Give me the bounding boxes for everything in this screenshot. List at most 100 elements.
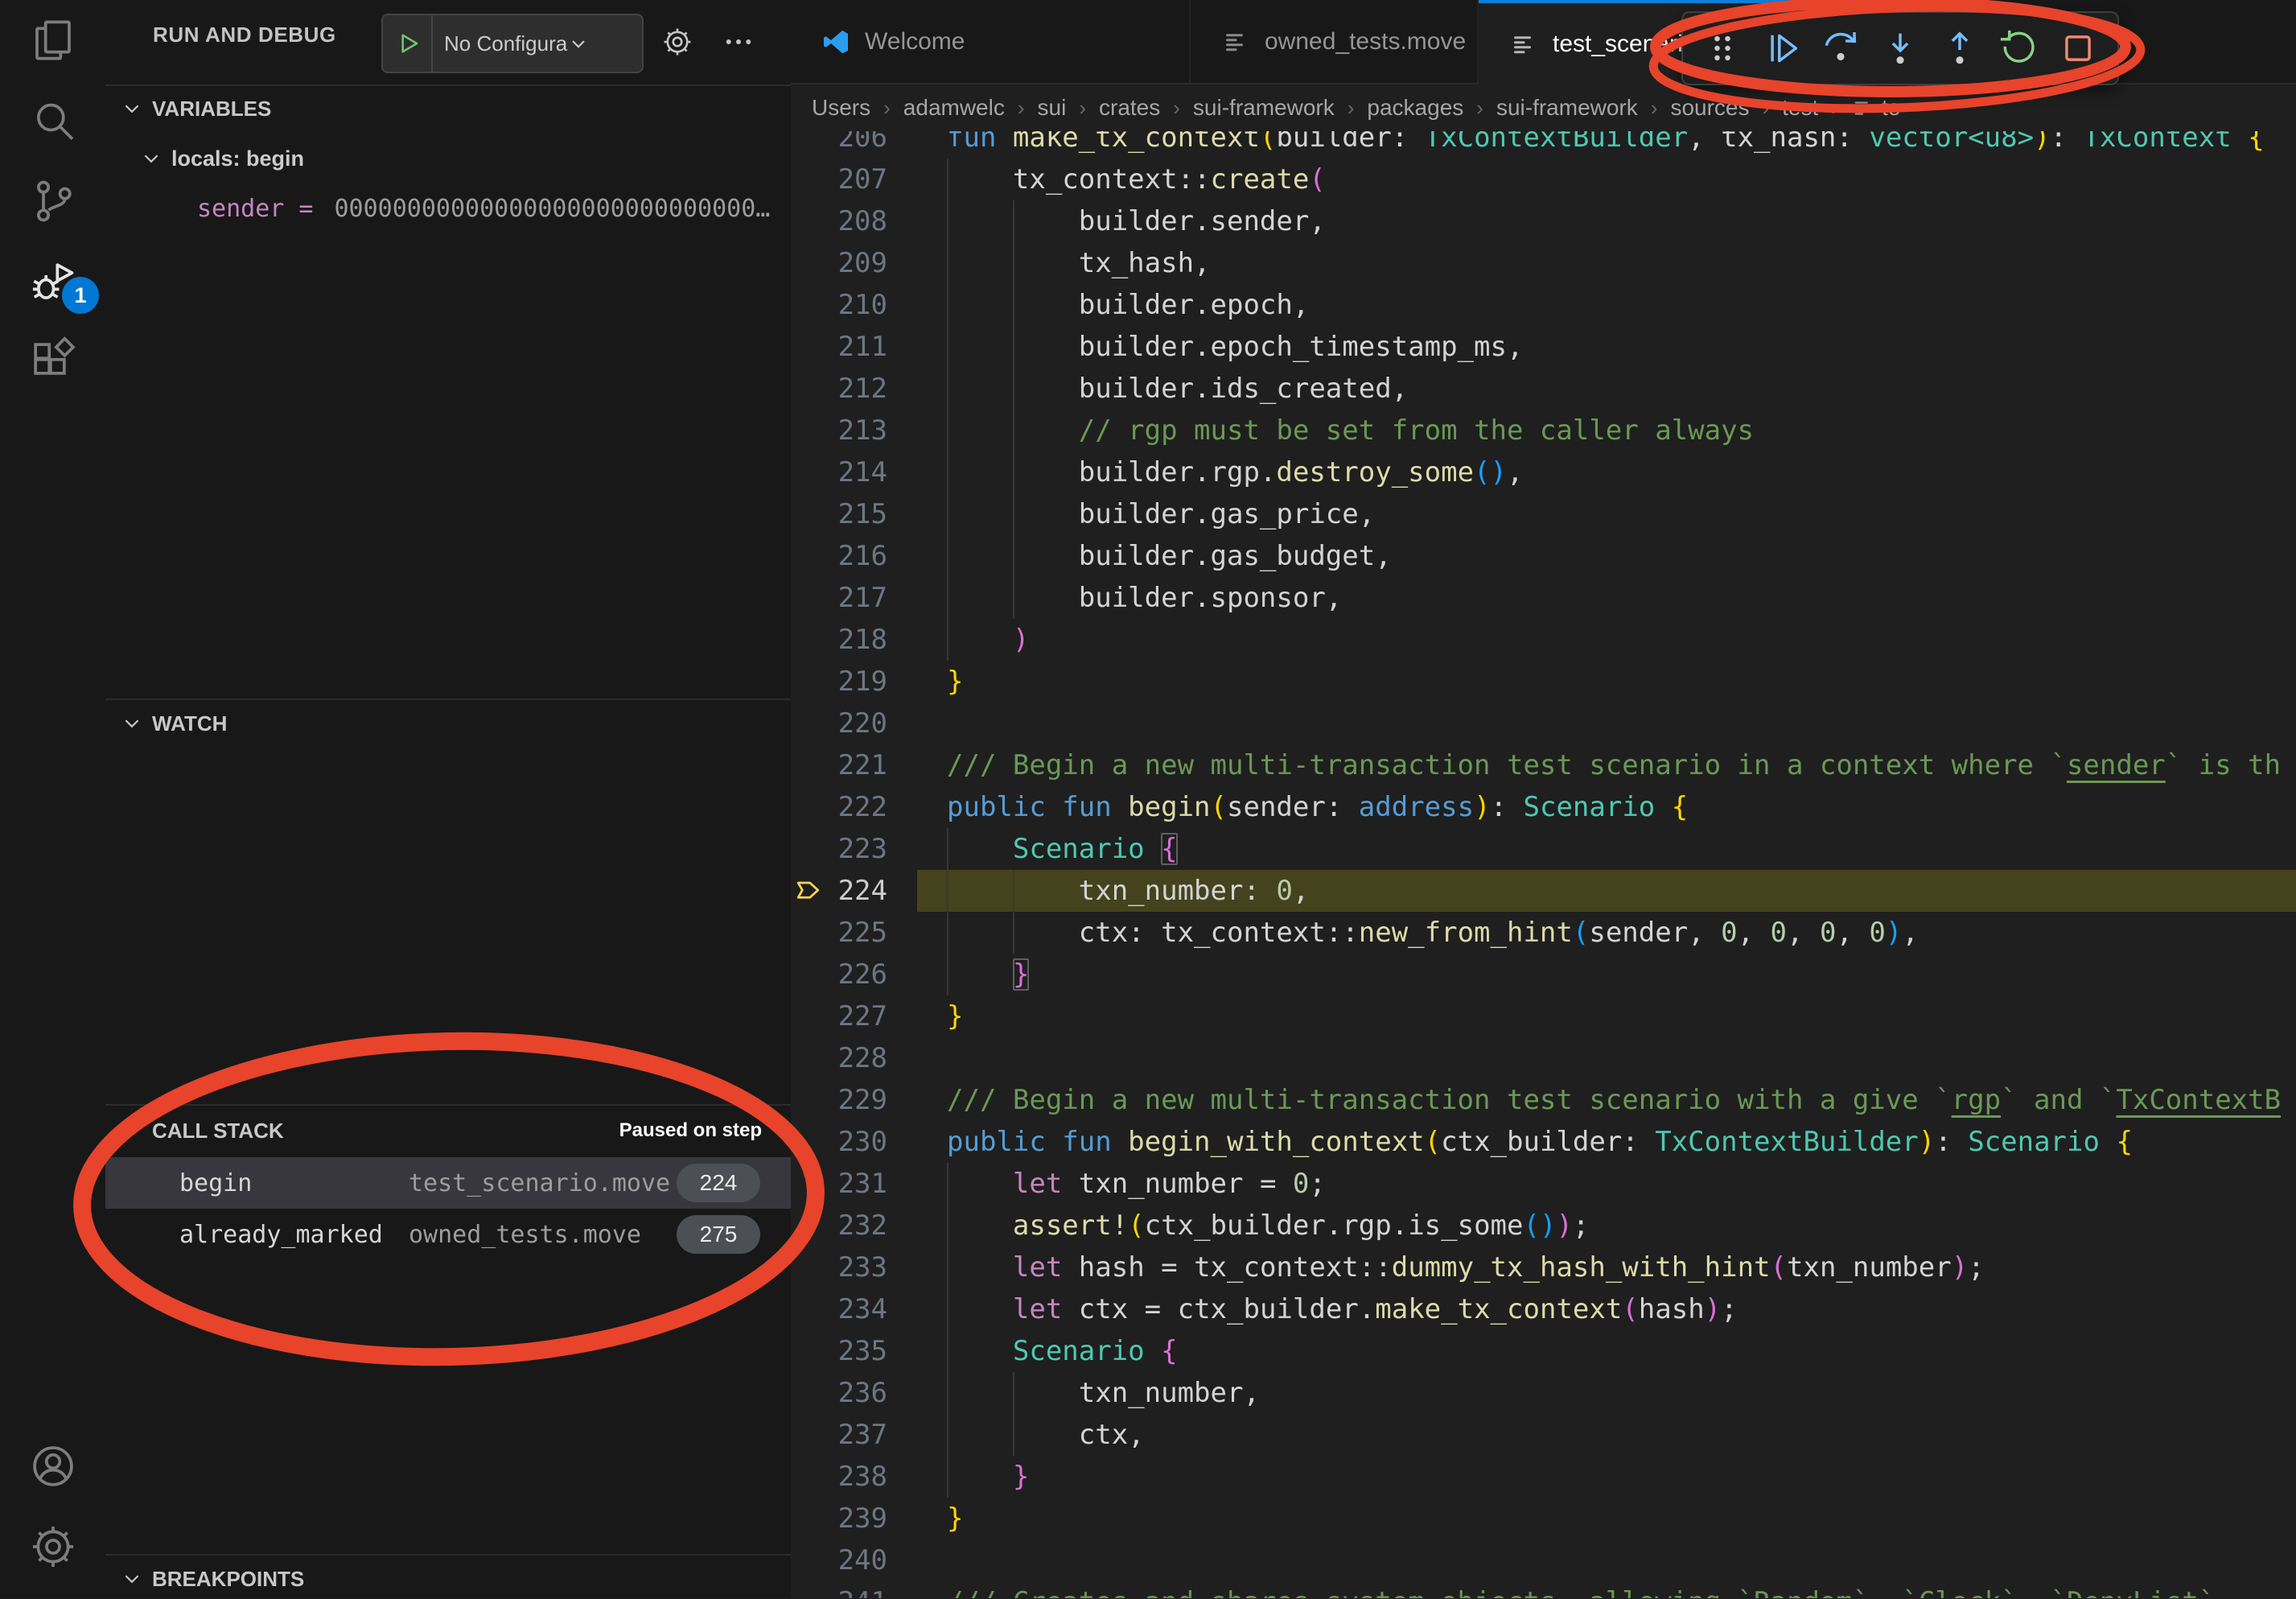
- code-line-237[interactable]: 237 ctx,: [791, 1414, 2296, 1456]
- code-line-241[interactable]: 241/// Creates and shares system objects…: [791, 1581, 2296, 1598]
- breadcrumb-item[interactable]: crates: [1099, 95, 1160, 121]
- call-stack-frame[interactable]: begintest_scenario.move224: [105, 1157, 791, 1209]
- breadcrumb-item[interactable]: sui: [1038, 95, 1067, 121]
- code-line-240[interactable]: 240: [791, 1539, 2296, 1581]
- extensions-icon[interactable]: [0, 322, 105, 402]
- run-and-debug-sidebar: RUN AND DEBUG No Configura VARIABLES loc…: [105, 0, 792, 1598]
- line-number: 228: [791, 1037, 887, 1079]
- variables-scope-row[interactable]: locals: begin: [105, 135, 791, 182]
- code-line-238[interactable]: 238 }: [791, 1456, 2296, 1498]
- variables-section-header[interactable]: VARIABLES: [105, 89, 791, 129]
- token: (): [1474, 456, 1507, 488]
- code-text: // rgp must be set from the caller alway…: [947, 410, 1754, 451]
- step-out-button[interactable]: [1933, 22, 1986, 75]
- token: (: [1771, 1251, 1787, 1284]
- call-stack-frame[interactable]: already_markedowned_tests.move275: [105, 1209, 791, 1260]
- debug-toolbar: [1681, 11, 2119, 85]
- code-text: ctx: tx_context::new_from_hint(sender, 0…: [947, 912, 1919, 954]
- tab-owned-tests-move[interactable]: owned_tests.move: [1191, 0, 1479, 84]
- debug-settings-gear-icon[interactable]: [660, 25, 694, 59]
- call-stack-section-header[interactable]: CALL STACK Paused on step: [105, 1111, 791, 1151]
- variable-row[interactable]: sender = 00000000000000000000000000000…: [105, 185, 791, 232]
- step-into-button[interactable]: [1874, 22, 1927, 75]
- gear-icon[interactable]: [0, 1506, 105, 1587]
- code-line-233[interactable]: 233 let hash = tx_context::dummy_tx_hash…: [791, 1247, 2296, 1288]
- code-line-209[interactable]: 209 tx_hash,: [791, 242, 2296, 284]
- launch-configuration-dropdown[interactable]: No Configura: [381, 14, 644, 73]
- breadcrumb-separator: ›: [1762, 96, 1769, 121]
- token: [947, 1251, 1013, 1284]
- line-number: 227: [791, 995, 887, 1037]
- code-line-215[interactable]: 215 builder.gas_price,: [791, 493, 2296, 535]
- code-line-239[interactable]: 239}: [791, 1498, 2296, 1539]
- code-line-219[interactable]: 219}: [791, 661, 2296, 703]
- code-line-211[interactable]: 211 builder.epoch_timestamp_ms,: [791, 326, 2296, 368]
- code-line-214[interactable]: 214 builder.rgp.destroy_some(),: [791, 451, 2296, 493]
- start-debugging-icon[interactable]: [383, 15, 433, 72]
- code-line-218[interactable]: 218 ): [791, 619, 2296, 661]
- token: :: [1935, 1126, 1968, 1158]
- code-line-210[interactable]: 210 builder.epoch,: [791, 284, 2296, 326]
- code-line-223[interactable]: 223 Scenario {: [791, 828, 2296, 870]
- code-line-228[interactable]: 228: [791, 1037, 2296, 1079]
- frame-file-name: owned_tests.move: [409, 1221, 641, 1249]
- breakpoints-section-header[interactable]: BREAKPOINTS: [105, 1559, 791, 1599]
- code-line-213[interactable]: 213 // rgp must be set from the caller a…: [791, 410, 2296, 451]
- code-line-232[interactable]: 232 assert!(ctx_builder.rgp.is_some());: [791, 1205, 2296, 1247]
- code-line-226[interactable]: 226 }: [791, 954, 2296, 995]
- code-line-216[interactable]: 216 builder.gas_budget,: [791, 535, 2296, 577]
- token: }: [1013, 958, 1029, 991]
- breadcrumb-item[interactable]: sui-framework: [1193, 95, 1335, 121]
- step-over-button[interactable]: [1814, 22, 1867, 75]
- token: TxContextB: [2116, 1084, 2281, 1116]
- code-line-225[interactable]: 225 ctx: tx_context::new_from_hint(sende…: [791, 912, 2296, 954]
- code-line-235[interactable]: 235 Scenario {: [791, 1330, 2296, 1372]
- token: ;: [1721, 1293, 1737, 1325]
- code-line-221[interactable]: 221/// Begin a new multi-transaction tes…: [791, 744, 2296, 786]
- code-line-231[interactable]: 231 let txn_number = 0;: [791, 1163, 2296, 1205]
- code-line-217[interactable]: 217 builder.sponsor,: [791, 577, 2296, 619]
- breadcrumb-item[interactable]: test: [1782, 95, 1818, 121]
- frame-line-badge: 224: [677, 1164, 760, 1202]
- breadcrumb-item[interactable]: adamwelc: [903, 95, 1005, 121]
- restart-button[interactable]: [1993, 22, 2046, 75]
- breadcrumb-item[interactable]: packages: [1367, 95, 1463, 121]
- code-line-206[interactable]: 206fun make_tx_context(builder: TxContex…: [791, 131, 2296, 159]
- code-line-220[interactable]: 220: [791, 703, 2296, 744]
- code-editor[interactable]: 206fun make_tx_context(builder: TxContex…: [791, 131, 2296, 1598]
- token: make_tx_context: [1013, 131, 1260, 154]
- code-line-236[interactable]: 236 txn_number,: [791, 1372, 2296, 1414]
- continue-button[interactable]: [1755, 22, 1808, 75]
- account-icon[interactable]: [0, 1426, 105, 1506]
- stop-button[interactable]: [2051, 22, 2105, 75]
- token: builder.sender,: [947, 205, 1326, 237]
- debug-icon[interactable]: 1: [0, 241, 105, 322]
- search-icon[interactable]: [0, 80, 105, 161]
- token: [1655, 791, 1671, 823]
- token: txn_number,: [947, 1377, 1260, 1409]
- token: fun: [947, 131, 1013, 154]
- source-control-icon[interactable]: [0, 161, 105, 241]
- code-text: tx_hash,: [947, 242, 1211, 284]
- code-line-207[interactable]: 207 tx_context::create(: [791, 159, 2296, 200]
- code-line-212[interactable]: 212 builder.ids_created,: [791, 368, 2296, 410]
- code-line-222[interactable]: 222public fun begin(sender: address): Sc…: [791, 786, 2296, 828]
- more-actions-icon[interactable]: [722, 25, 755, 59]
- token: /// Creates and shares system objects, a…: [947, 1586, 1754, 1598]
- files-icon[interactable]: [0, 0, 105, 80]
- breadcrumb-file-item[interactable]: te: [1851, 95, 1900, 121]
- code-line-224[interactable]: 224 txn_number: 0,: [791, 870, 2296, 912]
- watch-section-header[interactable]: WATCH: [105, 703, 791, 744]
- breadcrumb-item[interactable]: sui-framework: [1496, 95, 1638, 121]
- breadcrumb-item[interactable]: Users: [812, 95, 870, 121]
- token: let: [1013, 1251, 1062, 1284]
- token: [947, 1293, 1013, 1325]
- code-line-208[interactable]: 208 builder.sender,: [791, 200, 2296, 242]
- breadcrumb-item[interactable]: sources: [1670, 95, 1749, 121]
- tab-welcome[interactable]: Welcome: [791, 0, 1191, 84]
- code-line-234[interactable]: 234 let ctx = ctx_builder.make_tx_contex…: [791, 1288, 2296, 1330]
- code-line-227[interactable]: 227}: [791, 995, 2296, 1037]
- code-line-230[interactable]: 230public fun begin_with_context(ctx_bui…: [791, 1121, 2296, 1163]
- code-line-229[interactable]: 229/// Begin a new multi-transaction tes…: [791, 1079, 2296, 1121]
- breadcrumb[interactable]: Users›adamwelc›sui›crates›sui-framework›…: [791, 84, 2296, 131]
